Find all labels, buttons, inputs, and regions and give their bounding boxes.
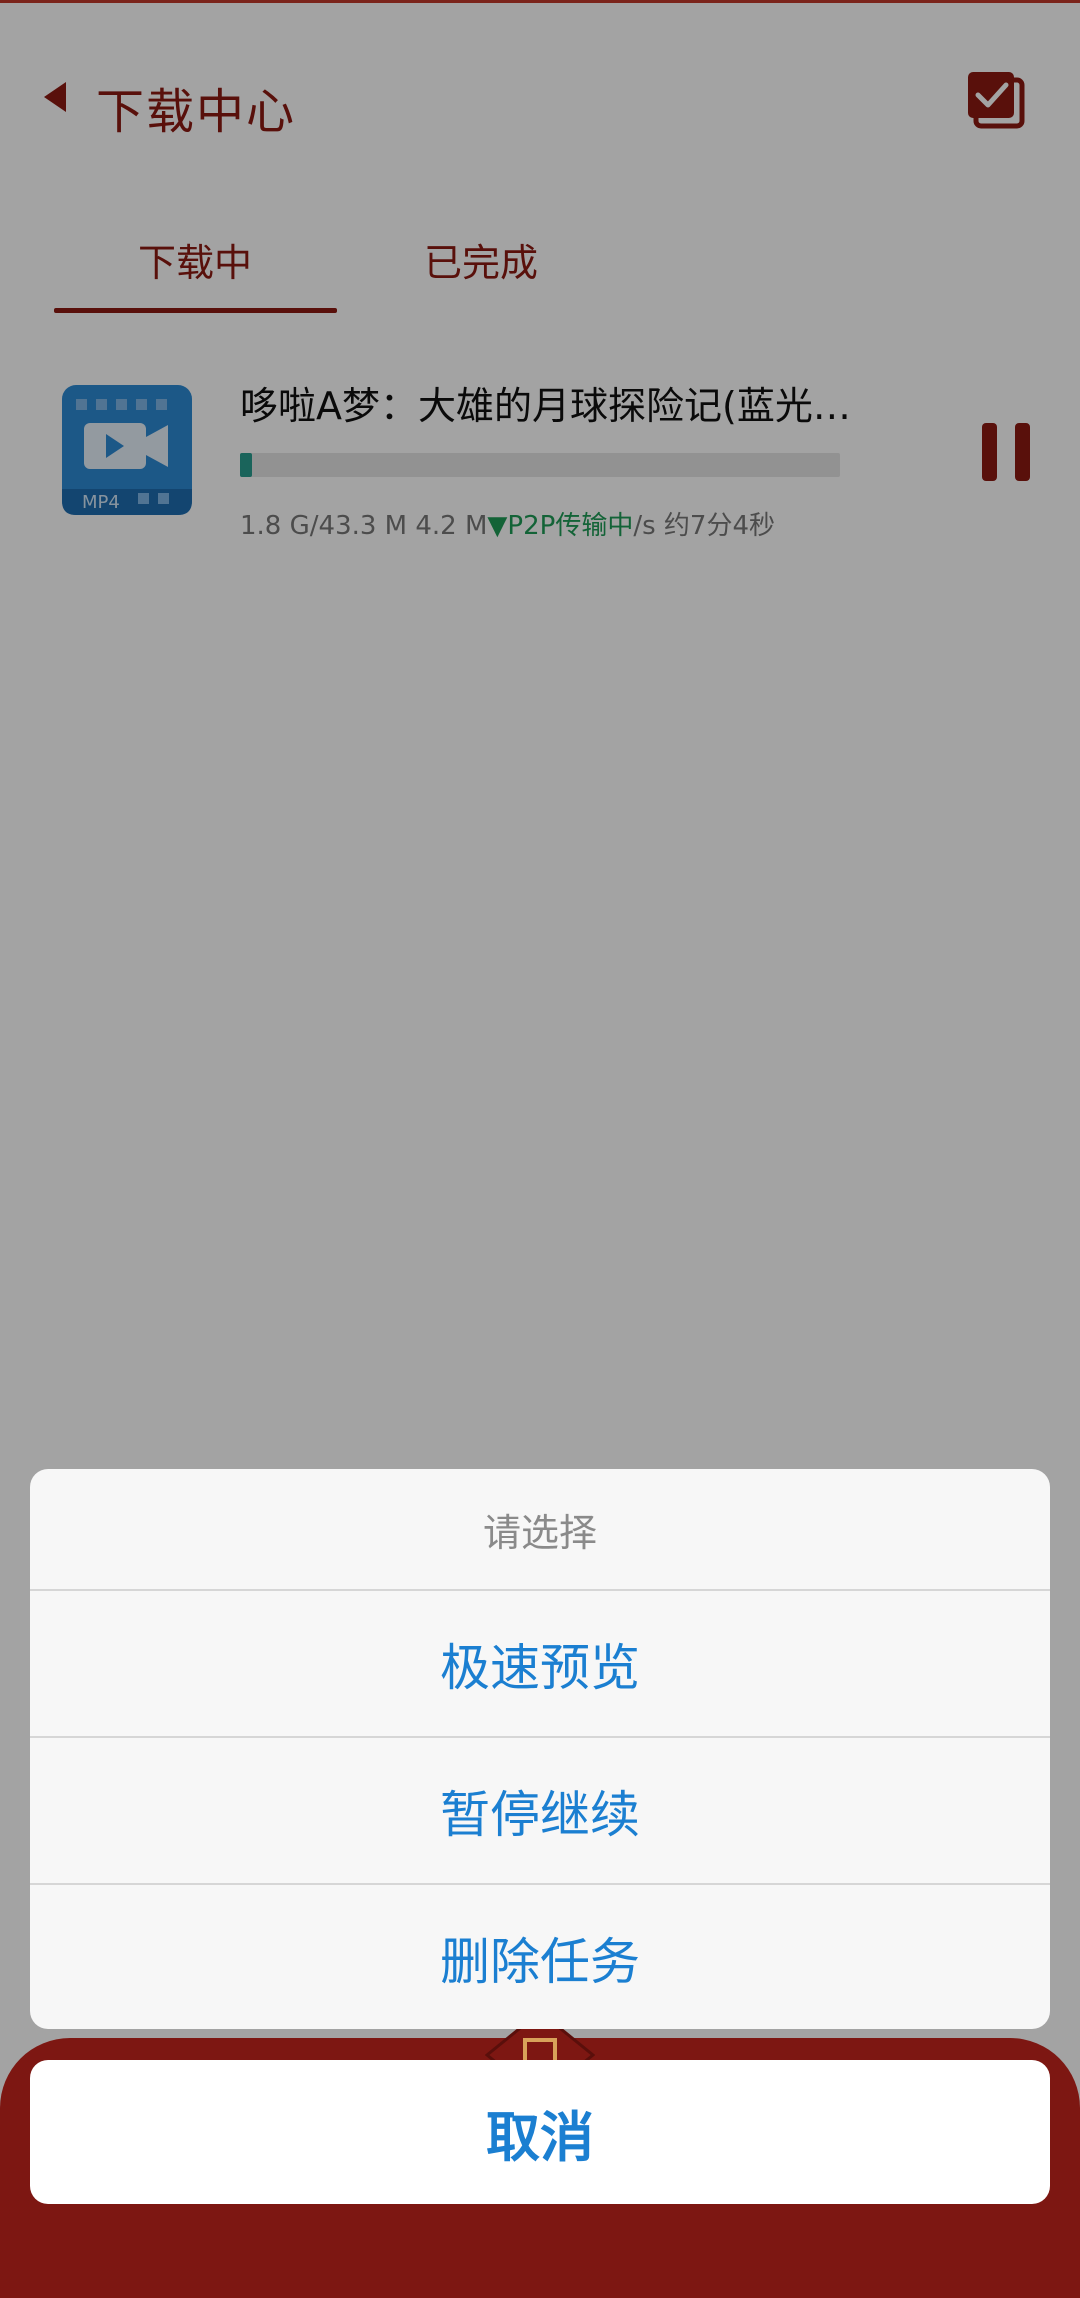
pause-resume-button[interactable]: 暂停继续 — [30, 1736, 1050, 1884]
cancel-button[interactable]: 取消 — [30, 2060, 1050, 2204]
action-sheet: 请选择 极速预览 暂停继续 删除任务 — [30, 1469, 1050, 2029]
action-sheet-title: 请选择 — [482, 1510, 597, 1555]
quick-preview-button[interactable]: 极速预览 — [30, 1589, 1050, 1737]
delete-task-button[interactable]: 删除任务 — [30, 1883, 1050, 2029]
